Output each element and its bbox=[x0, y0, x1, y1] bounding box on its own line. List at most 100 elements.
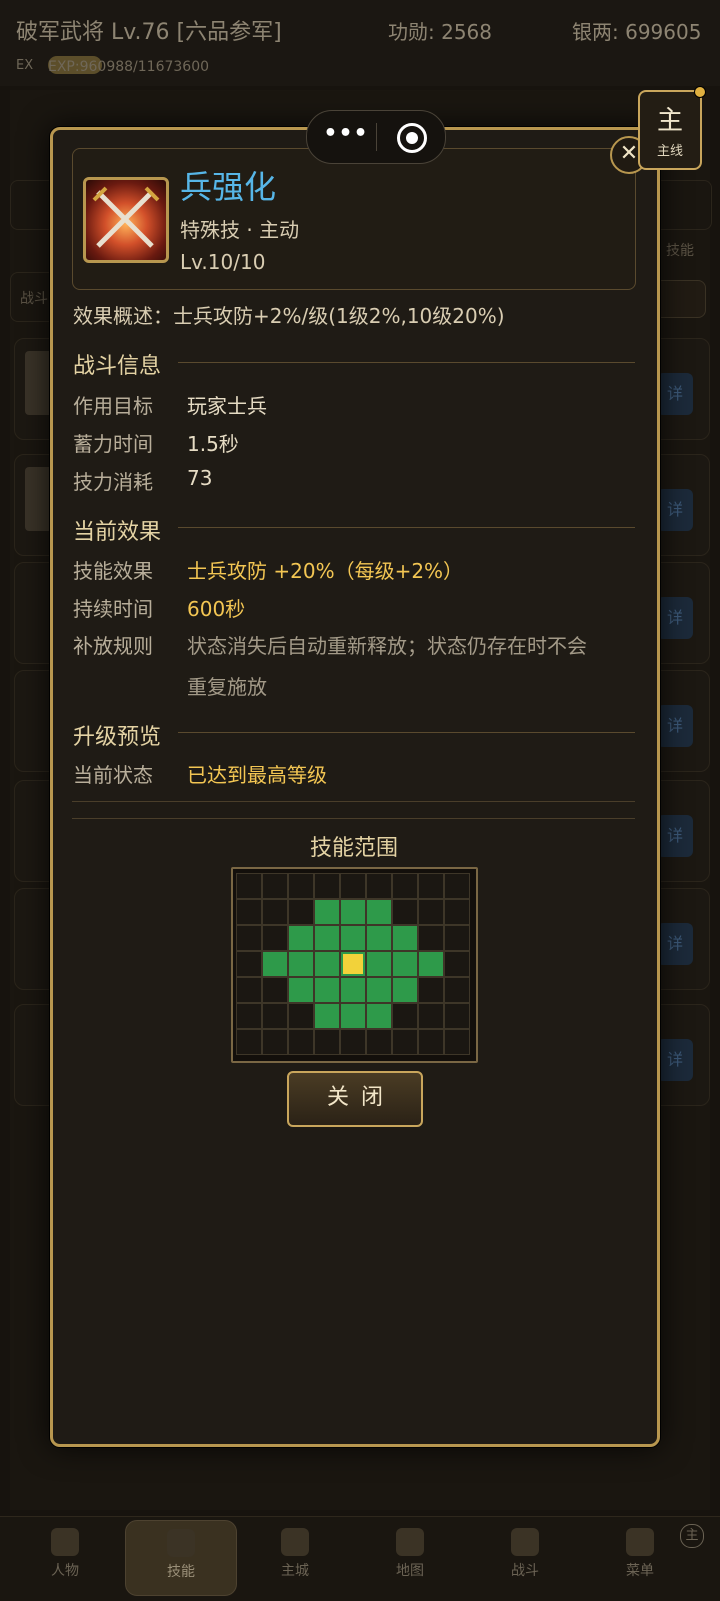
row-value: 73 bbox=[187, 466, 213, 490]
range-cell-empty bbox=[262, 873, 288, 899]
range-cell-empty bbox=[418, 977, 444, 1003]
range-cell-empty bbox=[418, 1003, 444, 1029]
divider bbox=[72, 801, 635, 802]
range-cell-area bbox=[314, 1003, 340, 1029]
range-cell-area bbox=[340, 1003, 366, 1029]
range-cell-empty bbox=[236, 899, 262, 925]
range-cell-area bbox=[288, 925, 314, 951]
background-skill-tab[interactable]: 技能 bbox=[666, 240, 694, 260]
range-cell-empty bbox=[444, 977, 470, 1003]
range-cell-empty bbox=[340, 1029, 366, 1055]
row-label: 当前状态 bbox=[73, 763, 153, 787]
row-value: 状态消失后自动重新释放；状态仍存在时不会 bbox=[187, 634, 587, 658]
range-cell-empty bbox=[444, 951, 470, 977]
nav-character[interactable]: 人物 bbox=[10, 1520, 120, 1594]
section-title-effect: 当前效果 bbox=[73, 520, 162, 545]
main-quest-label: 主线 bbox=[656, 144, 683, 159]
crossed-swords-skill-icon bbox=[83, 177, 169, 263]
range-cell-area bbox=[392, 925, 418, 951]
row-value: 玩家士兵 bbox=[187, 394, 267, 418]
range-cell-empty bbox=[236, 873, 262, 899]
range-cell-center bbox=[340, 951, 366, 977]
range-cell-empty bbox=[418, 899, 444, 925]
row-value: 1.5秒 bbox=[187, 432, 239, 456]
range-cell-empty bbox=[392, 1003, 418, 1029]
character-title: 破军武将 Lv.76 [六品参军] bbox=[16, 20, 282, 45]
nav-map[interactable]: 地图 bbox=[355, 1520, 465, 1594]
background-filter-button[interactable] bbox=[654, 280, 706, 318]
detail-button[interactable]: 详 bbox=[657, 705, 693, 747]
range-cell-empty bbox=[236, 1003, 262, 1029]
range-cell-area bbox=[366, 951, 392, 977]
detail-button[interactable]: 详 bbox=[657, 1039, 693, 1081]
row-label: 补放规则 bbox=[73, 634, 153, 658]
character-icon bbox=[51, 1528, 79, 1556]
row-value-continued: 重复施放 bbox=[187, 675, 267, 699]
row-label: 技力消耗 bbox=[73, 470, 153, 494]
target-icon[interactable] bbox=[397, 123, 427, 153]
range-cell-area bbox=[340, 925, 366, 951]
range-cell-area bbox=[366, 977, 392, 1003]
range-cell-empty bbox=[418, 873, 444, 899]
section-divider bbox=[178, 527, 635, 528]
nav-menu[interactable]: 菜单 bbox=[585, 1520, 695, 1594]
exp-text: EXP:960988/11673600 bbox=[48, 59, 210, 75]
mini-program-capsule: ••• bbox=[306, 110, 446, 164]
main-quest-glyph: 主 bbox=[656, 106, 683, 136]
range-cell-empty bbox=[314, 873, 340, 899]
range-cell-empty bbox=[236, 951, 262, 977]
effect-summary: 效果概述：士兵攻防+2%/级(1级2%,10级20%) bbox=[73, 304, 505, 328]
close-button[interactable]: 关闭 bbox=[287, 1071, 423, 1127]
range-cell-area bbox=[392, 951, 418, 977]
scroll-icon bbox=[167, 1529, 195, 1557]
silver-counter: 银两: 699605 bbox=[572, 20, 702, 44]
row-value: 600秒 bbox=[187, 597, 246, 621]
row-label: 持续时间 bbox=[73, 597, 153, 621]
merit-counter: 功勋: 2568 bbox=[388, 20, 492, 44]
range-cell-empty bbox=[288, 873, 314, 899]
detail-button[interactable]: 详 bbox=[657, 597, 693, 639]
range-cell-empty bbox=[444, 1003, 470, 1029]
more-dots-icon[interactable]: ••• bbox=[321, 121, 371, 146]
row-label: 蓄力时间 bbox=[73, 432, 153, 456]
row-value: 已达到最高等级 bbox=[187, 763, 327, 787]
range-cell-empty bbox=[340, 873, 366, 899]
range-cell-area bbox=[262, 951, 288, 977]
range-cell-empty bbox=[418, 1029, 444, 1055]
range-cell-area bbox=[314, 899, 340, 925]
section-title-battle: 战斗信息 bbox=[73, 354, 162, 379]
range-cell-empty bbox=[392, 873, 418, 899]
divider bbox=[72, 818, 635, 819]
nav-label: 地图 bbox=[396, 1563, 424, 1579]
range-cell-empty bbox=[314, 1029, 340, 1055]
section-title-upgrade: 升级预览 bbox=[73, 725, 162, 750]
detail-button[interactable]: 详 bbox=[657, 373, 693, 415]
range-cell-area bbox=[340, 899, 366, 925]
range-cell-area bbox=[314, 925, 340, 951]
range-cell-empty bbox=[444, 899, 470, 925]
range-cell-empty bbox=[262, 925, 288, 951]
nav-label: 菜单 bbox=[626, 1563, 654, 1579]
nav-label: 人物 bbox=[51, 1563, 79, 1579]
range-cell-area bbox=[366, 899, 392, 925]
range-cell-empty bbox=[236, 1029, 262, 1055]
range-cell-empty bbox=[366, 873, 392, 899]
nav-skills[interactable]: 技能 bbox=[125, 1520, 237, 1596]
range-cell-area bbox=[366, 925, 392, 951]
notification-dot bbox=[694, 86, 706, 98]
nav-battle[interactable]: 战斗 bbox=[470, 1520, 580, 1594]
detail-button[interactable]: 详 bbox=[657, 489, 693, 531]
skill-type: 特殊技 · 主动 bbox=[180, 218, 300, 242]
section-divider bbox=[178, 732, 635, 733]
detail-button[interactable]: 详 bbox=[657, 923, 693, 965]
range-cell-area bbox=[288, 951, 314, 977]
row-label: 作用目标 bbox=[73, 394, 153, 418]
main-quest-button[interactable]: 主 主线 bbox=[638, 86, 706, 170]
nav-label: 技能 bbox=[167, 1564, 195, 1580]
ex-label: EX bbox=[16, 58, 34, 73]
range-cell-empty bbox=[236, 925, 262, 951]
range-cell-empty bbox=[262, 1029, 288, 1055]
nav-main-badge: 主 bbox=[680, 1524, 704, 1548]
nav-label: 主城 bbox=[281, 1563, 309, 1579]
nav-city[interactable]: 主城 bbox=[240, 1520, 350, 1594]
